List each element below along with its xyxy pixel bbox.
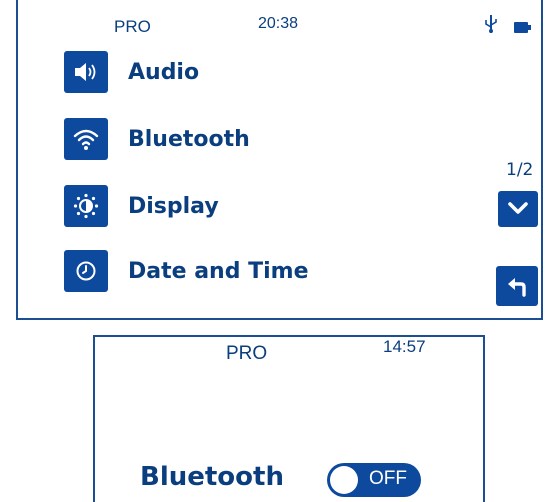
page-indicator: 1/2 <box>506 160 534 180</box>
menu-item-label: Date and Time <box>128 258 309 284</box>
brand-label: PRO <box>114 17 151 36</box>
clock-time: 20:38 <box>258 15 299 32</box>
clock-time: 14:57 <box>383 337 426 356</box>
brand-label: PRO <box>226 343 268 364</box>
clock-icon <box>64 250 108 292</box>
menu-item-date-and-time[interactable]: Date and Time <box>64 249 309 293</box>
battery-icon <box>514 22 531 33</box>
speaker-icon <box>64 51 108 93</box>
toggle-knob <box>330 466 358 494</box>
back-button[interactable] <box>496 266 538 306</box>
bluetooth-setting-label: Bluetooth <box>140 462 284 492</box>
bluetooth-toggle[interactable]: OFF <box>327 463 421 497</box>
menu-item-bluetooth[interactable]: Bluetooth <box>64 117 250 161</box>
back-arrow-icon <box>508 278 526 297</box>
bluetooth-settings-screen: PRO 14:57 Bluetooth OFF <box>93 335 485 502</box>
page-down-button[interactable] <box>498 191 538 227</box>
menu-item-display[interactable]: Display <box>64 184 219 228</box>
menu-item-audio[interactable]: Audio <box>64 50 199 94</box>
chevron-down-icon <box>508 202 528 214</box>
menu-item-label: Audio <box>128 59 200 85</box>
wireless-icon <box>64 118 108 160</box>
menu-item-label: Bluetooth <box>128 126 250 152</box>
usb-icon <box>485 15 497 33</box>
brightness-icon <box>64 185 108 227</box>
menu-item-label: Display <box>128 193 219 219</box>
settings-menu-screen: PRO 20:38 Audio Bluetooth Display Date a… <box>16 0 543 320</box>
toggle-state-text: OFF <box>369 468 407 489</box>
